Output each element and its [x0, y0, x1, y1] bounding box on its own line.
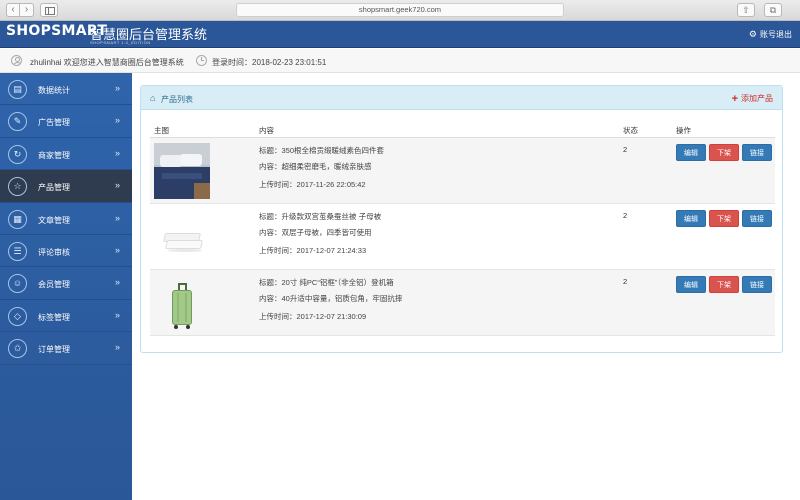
sidebar-item-label: 评论审核 [38, 247, 70, 257]
chevron-right-icon: » [114, 342, 120, 353]
article-icon: ▦ [8, 209, 27, 229]
offline-button[interactable]: 下架 [709, 144, 739, 161]
product-title: 标题：350根全棉贡缎暖绒素色四件套 [259, 146, 385, 155]
sidebar-item-members[interactable]: ☺ 会员管理 » [0, 267, 132, 300]
add-product-label: 添加产品 [741, 94, 773, 103]
product-list-panel: ⌂ 产品列表 + 添加产品 主图 内容 状态 操作 标题：350根全棉贡缎暖绒素… [140, 85, 783, 353]
upload-time: 上传时间：2017-12-07 21:24:33 [259, 246, 367, 255]
sidebar-toggle-icon[interactable] [40, 3, 58, 17]
tabs-overview-icon[interactable]: ⧉ [764, 3, 782, 17]
edit-button[interactable]: 编辑 [676, 144, 706, 161]
chevron-right-icon: » [114, 309, 120, 320]
clock-icon [196, 55, 207, 66]
product-icon: ☆ [8, 177, 27, 197]
home-icon: ⌂ [150, 93, 156, 103]
product-title: 标题：20寸 纯PC“铝框”（非全铝）登机箱 [259, 278, 394, 287]
edit-button[interactable]: 编辑 [676, 210, 706, 227]
member-icon: ☺ [8, 274, 27, 294]
sidebar-item-ads[interactable]: ✎ 广告管理 » [0, 105, 132, 138]
offline-button[interactable]: 下架 [709, 210, 739, 227]
table-row: 标题：20寸 纯PC“铝框”（非全铝）登机箱 内容：40升适中容量，铝质包角，牢… [150, 270, 775, 336]
edit-button[interactable]: 编辑 [676, 276, 706, 293]
merchant-icon: ↻ [8, 144, 27, 164]
sidebar-item-products[interactable]: ☆ 产品管理 » [0, 170, 132, 203]
link-button[interactable]: 链接 [742, 210, 772, 227]
chevron-right-icon: » [114, 180, 120, 191]
product-content: 内容：双层子母被，四季皆可使用 [259, 228, 372, 237]
comment-icon: ☰ [8, 241, 27, 261]
share-icon[interactable]: ⇧ [737, 3, 755, 17]
table-row: 标题：350根全棉贡缎暖绒素色四件套 内容：超细柔密磨毛，暖绒亲肤感 上传时间：… [150, 138, 775, 204]
product-table: 主图 内容 状态 操作 标题：350根全棉贡缎暖绒素色四件套 内容：超细柔密磨毛… [150, 122, 775, 336]
sidebar-item-label: 标签管理 [38, 312, 70, 322]
chevron-right-icon: » [114, 83, 120, 93]
status-value: 2 [623, 211, 628, 220]
column-header-actions: 操作 [676, 126, 691, 135]
welcome-text: zhulinhai 欢迎您进入智慧商圈后台管理系统 [30, 58, 184, 67]
chevron-right-icon: » [114, 212, 120, 223]
status-value: 2 [623, 145, 628, 154]
login-time: 登录时间：2018-02-23 23:01:51 [212, 58, 327, 67]
add-product-button[interactable]: + 添加产品 [732, 93, 773, 104]
product-title: 标题：升级款双宫茧桑蚕丝被 子母被 [259, 212, 382, 221]
forward-arrow-icon[interactable]: › [20, 3, 34, 17]
tag-icon: ◇ [8, 306, 27, 326]
sidebar: ▤ 数据统计 » ✎ 广告管理 » ↻ 商家管理 » ☆ 产品管理 » ▦ 文章… [0, 73, 132, 500]
logout-label: 账号退出 [760, 30, 792, 39]
back-arrow-icon[interactable]: ‹ [6, 3, 20, 17]
column-header-content: 内容 [259, 126, 274, 135]
gear-icon: ⚙ [748, 29, 757, 39]
sidebar-item-merchants[interactable]: ↻ 商家管理 » [0, 138, 132, 171]
address-bar[interactable]: shopsmart.geek720.com [236, 3, 564, 17]
chevron-right-icon: » [114, 244, 120, 255]
sidebar-item-orders[interactable]: ✩ 订单管理 » [0, 332, 132, 365]
chevron-right-icon: » [114, 277, 120, 288]
sidebar-item-label: 商家管理 [38, 150, 70, 160]
link-button[interactable]: 链接 [742, 144, 772, 161]
logout-button[interactable]: ⚙ 账号退出 [749, 29, 792, 40]
ad-icon: ✎ [8, 112, 27, 132]
status-value: 2 [623, 277, 628, 286]
sidebar-item-label: 广告管理 [38, 118, 70, 128]
sidebar-item-label: 文章管理 [38, 215, 70, 225]
sidebar-item-label: 数据统计 [38, 86, 70, 95]
panel-title: 产品列表 [161, 95, 193, 104]
chevron-right-icon: » [114, 147, 120, 158]
chart-icon: ▤ [8, 80, 27, 99]
chevron-right-icon: » [114, 115, 120, 126]
sidebar-item-data-stats[interactable]: ▤ 数据统计 » [0, 73, 132, 106]
sidebar-item-comments[interactable]: ☰ 评论审核 » [0, 235, 132, 268]
browser-nav-buttons: ‹ › [6, 3, 34, 17]
upload-time: 上传时间：2017-12-07 21:30:09 [259, 312, 367, 321]
luggage-image [154, 275, 210, 331]
row-actions: 编辑 下架 链接 [676, 210, 772, 227]
user-info-bar: zhulinhai 欢迎您进入智慧商圈后台管理系统 登录时间：2018-02-2… [0, 49, 800, 73]
browser-toolbar: ‹ › shopsmart.geek720.com ⇧ ⧉ [0, 0, 800, 21]
column-header-status: 状态 [623, 126, 638, 135]
table-row: 标题：升级款双宫茧桑蚕丝被 子母被 内容：双层子母被，四季皆可使用 上传时间：2… [150, 204, 775, 270]
offline-button[interactable]: 下架 [709, 276, 739, 293]
sidebar-item-label: 会员管理 [38, 280, 70, 290]
sidebar-item-label: 订单管理 [38, 345, 70, 355]
product-content: 内容：40升适中容量，铝质包角，牢固抗摔 [259, 294, 403, 303]
table-header: 主图 内容 状态 操作 [150, 122, 775, 138]
silk-quilt-image [154, 209, 210, 265]
row-actions: 编辑 下架 链接 [676, 144, 772, 161]
order-icon: ✩ [8, 339, 27, 359]
row-actions: 编辑 下架 链接 [676, 276, 772, 293]
app-header: SHOPSMART 智慧圈后台管理系统 SHOPSMART 1.0_EDITIO… [0, 21, 800, 48]
plus-icon: + [731, 92, 738, 105]
logo-subtitle: SHOPSMART 1.0_EDITION [90, 40, 151, 45]
upload-time: 上传时间：2017-11-26 22:05:42 [259, 180, 366, 189]
bedding-set-image [154, 143, 210, 199]
sidebar-item-label: 产品管理 [38, 183, 70, 193]
sidebar-item-articles[interactable]: ▦ 文章管理 » [0, 203, 132, 235]
sidebar-item-tags[interactable]: ◇ 标签管理 » [0, 300, 132, 333]
panel-header: ⌂ 产品列表 + 添加产品 [141, 86, 782, 110]
user-icon [11, 55, 22, 66]
link-button[interactable]: 链接 [742, 276, 772, 293]
product-content: 内容：超细柔密磨毛，暖绒亲肤感 [259, 162, 372, 171]
column-header-image: 主图 [154, 126, 169, 135]
